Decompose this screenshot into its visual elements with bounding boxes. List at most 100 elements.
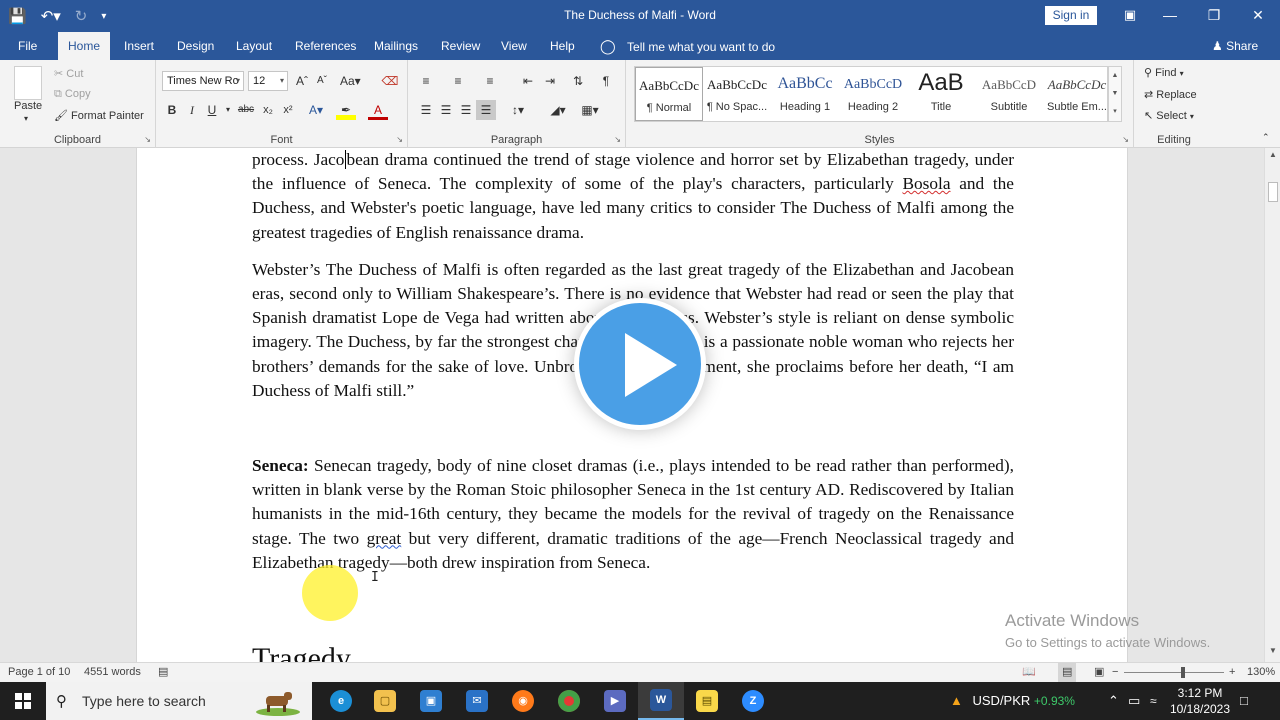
align-right-icon[interactable]: ☰ xyxy=(456,100,476,120)
maximize-icon[interactable]: ❐ xyxy=(1192,0,1236,32)
multilevel-list-icon[interactable]: ≡ xyxy=(480,71,500,91)
tab-mailings[interactable]: Mailings xyxy=(374,32,418,60)
taskbar-file-explorer[interactable]: ▢ xyxy=(362,682,408,720)
replace-button[interactable]: ⇄ Replace xyxy=(1144,88,1197,101)
weather-widget[interactable]: ▲ USD/PKR +0.93% xyxy=(950,682,1075,720)
grammar-flag[interactable]: great xyxy=(367,529,402,548)
video-play-button[interactable] xyxy=(574,298,706,430)
find-button[interactable]: ⚲ Find ▾ xyxy=(1144,66,1184,79)
taskbar-search[interactable]: ⚲ Type here to search xyxy=(46,682,312,720)
shading-icon[interactable]: ◢▾ xyxy=(548,100,568,120)
justify-icon[interactable]: ☰ xyxy=(476,100,496,120)
taskbar-firefox[interactable]: ◉ xyxy=(500,682,546,720)
paste-dropdown-icon[interactable]: ▾ xyxy=(24,114,28,123)
zoom-slider[interactable] xyxy=(1124,672,1224,673)
sort-icon[interactable]: ⇅ xyxy=(568,71,588,91)
sign-in-button[interactable]: Sign in xyxy=(1045,6,1097,25)
font-launcher-icon[interactable]: ↘ xyxy=(396,135,403,144)
align-left-icon[interactable]: ☰ xyxy=(416,100,436,120)
share-button[interactable]: ♟ Share xyxy=(1212,32,1258,60)
taskbar-sticky-notes[interactable]: ▤ xyxy=(684,682,730,720)
web-layout-icon[interactable]: ▣ xyxy=(1094,663,1104,682)
align-center-icon[interactable]: ☰ xyxy=(436,100,456,120)
font-size-combo[interactable]: 12 ▾ xyxy=(248,71,288,91)
tab-review[interactable]: Review xyxy=(441,32,480,60)
superscript-icon[interactable]: x² xyxy=(278,100,298,120)
chevron-up-icon[interactable]: ▲ xyxy=(1109,67,1121,85)
scroll-up-icon[interactable]: ▲ xyxy=(1265,150,1280,164)
highlight-icon[interactable]: ✒ xyxy=(336,100,356,120)
clipboard-launcher-icon[interactable]: ↘ xyxy=(144,135,151,144)
zoom-slider-handle[interactable] xyxy=(1181,667,1185,678)
strikethrough-icon[interactable]: abc xyxy=(236,100,256,120)
tab-design[interactable]: Design xyxy=(177,32,214,60)
collapse-ribbon-icon[interactable]: ⌃ xyxy=(1262,132,1270,143)
taskbar-zoom[interactable]: Z xyxy=(730,682,776,720)
increase-indent-icon[interactable]: ⇥ xyxy=(540,71,560,91)
font-color-icon[interactable]: A xyxy=(368,100,388,120)
taskbar-edge[interactable]: e xyxy=(318,682,364,720)
zoom-in-icon[interactable]: + xyxy=(1229,663,1235,682)
taskbar-chrome[interactable] xyxy=(546,682,592,720)
shrink-font-icon[interactable]: Aˇ xyxy=(312,71,332,91)
tab-home[interactable]: Home xyxy=(58,32,111,60)
tab-insert[interactable]: Insert xyxy=(124,32,154,60)
paragraph[interactable]: Seneca: Senecan tragedy, body of nine cl… xyxy=(252,454,1014,575)
minimize-icon[interactable]: — xyxy=(1148,0,1192,32)
style-heading-1[interactable]: AaBbCc Heading 1 xyxy=(771,67,839,121)
tab-view[interactable]: View xyxy=(501,32,527,60)
scroll-thumb[interactable] xyxy=(1268,182,1278,202)
paragraph[interactable]: process. Jaco bean drama continued the tr… xyxy=(252,148,1014,245)
style-no-spacing[interactable]: AaBbCcDc ¶ No Spac... xyxy=(703,67,771,121)
font-name-combo[interactable]: Times New Ro ▾ xyxy=(162,71,244,91)
chevron-down-icon[interactable]: ▼ xyxy=(1109,85,1121,103)
taskbar-store[interactable]: ▣ xyxy=(408,682,454,720)
section-heading[interactable]: Tragedy xyxy=(252,642,351,662)
styles-gallery-scroll[interactable]: ▲ ▼ ▾ xyxy=(1108,66,1122,122)
start-button[interactable] xyxy=(0,682,46,720)
borders-icon[interactable]: ▦▾ xyxy=(580,100,600,120)
clear-formatting-icon[interactable]: ⌫ xyxy=(380,71,400,91)
show-hidden-icons[interactable]: ⌃ xyxy=(1108,682,1119,720)
vertical-scrollbar[interactable]: ▲ ▼ xyxy=(1264,148,1280,662)
proofing-icon[interactable]: ▤ xyxy=(158,663,168,682)
underline-dropdown-icon[interactable]: ▾ xyxy=(218,100,238,120)
subscript-icon[interactable]: x₂ xyxy=(258,100,278,120)
style-title[interactable]: AaB Title xyxy=(907,67,975,121)
select-button[interactable]: ↖ Select ▾ xyxy=(1144,109,1194,122)
tab-help[interactable]: Help xyxy=(550,32,575,60)
spelling-flag[interactable]: Bosola xyxy=(902,174,950,193)
decrease-indent-icon[interactable]: ⇤ xyxy=(518,71,538,91)
notifications-icon[interactable]: □ xyxy=(1240,682,1248,720)
grow-font-icon[interactable]: Aˆ xyxy=(292,71,312,91)
system-clock[interactable]: 3:12 PM 10/18/2023 xyxy=(1168,685,1232,717)
print-layout-icon[interactable]: ▤ xyxy=(1058,663,1077,682)
cut-button[interactable]: ✂ Cut xyxy=(54,67,83,80)
bullets-icon[interactable]: ≡ xyxy=(416,71,436,91)
tab-file[interactable]: File xyxy=(18,32,37,60)
styles-launcher-icon[interactable]: ↘ xyxy=(1122,135,1129,144)
zoom-out-icon[interactable]: − xyxy=(1112,663,1118,682)
zoom-level[interactable]: 130% xyxy=(1247,663,1275,682)
numbering-icon[interactable]: ≡ xyxy=(448,71,468,91)
paste-button[interactable]: Paste xyxy=(14,100,42,112)
page-count[interactable]: Page 1 of 10 xyxy=(8,663,70,682)
tab-references[interactable]: References xyxy=(295,32,356,60)
line-spacing-icon[interactable]: ↕▾ xyxy=(508,100,528,120)
ribbon-display-options-icon[interactable]: ▣ xyxy=(1118,0,1142,32)
close-icon[interactable]: ✕ xyxy=(1236,0,1280,32)
style-heading-2[interactable]: AaBbCcD Heading 2 xyxy=(839,67,907,121)
more-styles-icon[interactable]: ▾ xyxy=(1109,103,1121,121)
taskbar-mail[interactable]: ✉ xyxy=(454,682,500,720)
taskbar-media[interactable]: ▶ xyxy=(592,682,638,720)
taskbar-word[interactable]: W xyxy=(638,682,684,720)
change-case-icon[interactable]: Aa▾ xyxy=(340,71,361,91)
word-count[interactable]: 4551 words xyxy=(84,663,141,682)
format-painter-button[interactable]: 🖌 Format Painter xyxy=(54,109,144,122)
read-mode-icon[interactable]: 📖 xyxy=(1022,663,1036,682)
battery-icon[interactable]: ▭ xyxy=(1128,682,1140,720)
italic-icon[interactable]: I xyxy=(182,100,202,120)
scroll-down-icon[interactable]: ▼ xyxy=(1265,646,1280,660)
tab-layout[interactable]: Layout xyxy=(236,32,272,60)
style-normal[interactable]: AaBbCcDc ¶ Normal xyxy=(635,67,703,121)
